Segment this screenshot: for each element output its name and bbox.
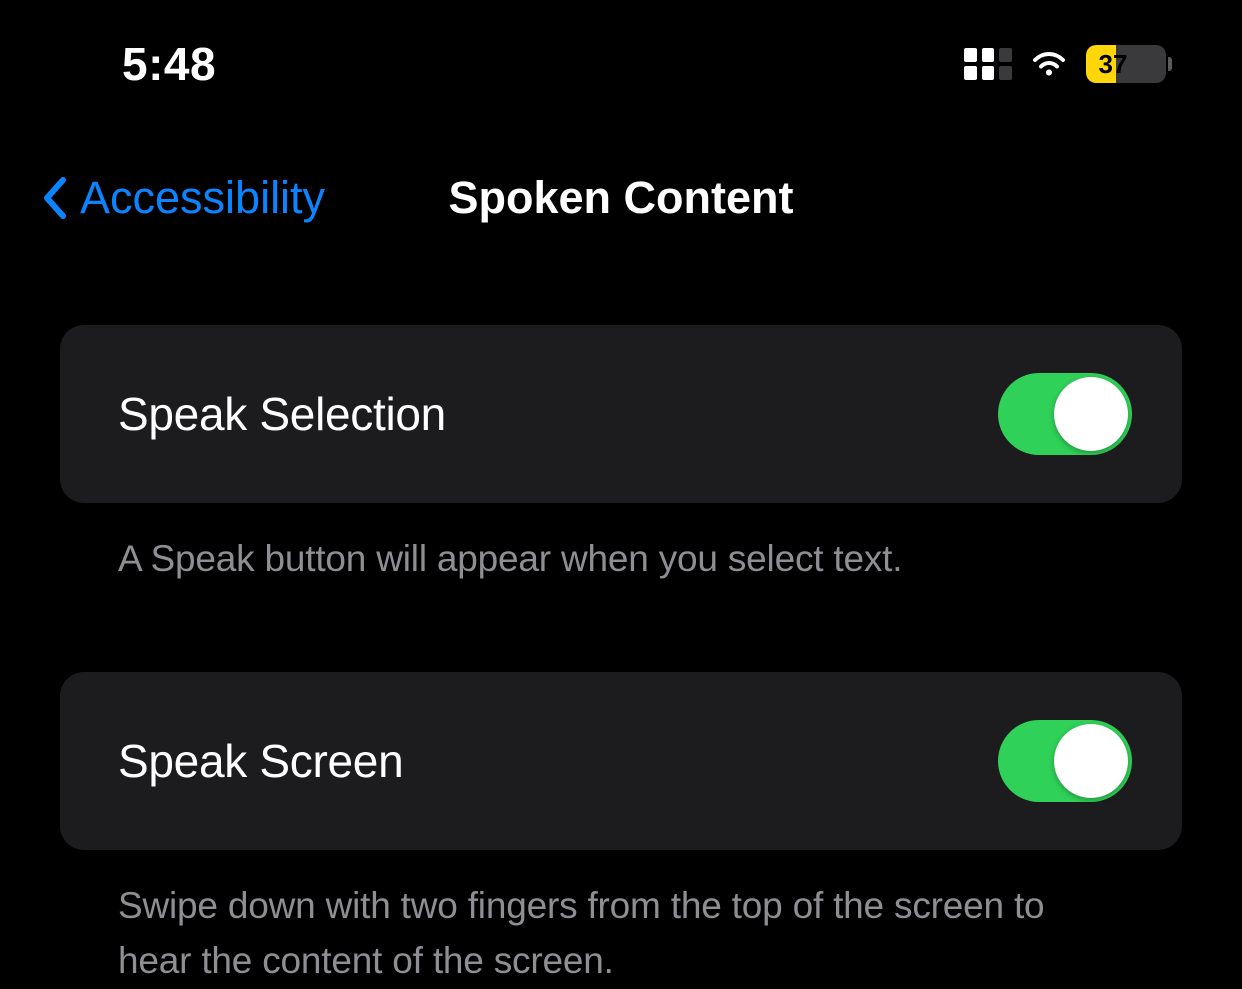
- speak-selection-group: Speak Selection A Speak button will appe…: [60, 325, 1182, 587]
- status-time: 5:48: [122, 37, 216, 91]
- navigation-header: Accessibility Spoken Content: [0, 110, 1242, 240]
- back-button[interactable]: Accessibility: [40, 172, 325, 224]
- battery-icon: 37: [1086, 45, 1172, 83]
- speak-screen-group: Speak Screen Swipe down with two fingers…: [60, 672, 1182, 989]
- back-label: Accessibility: [80, 172, 325, 224]
- chevron-left-icon: [40, 176, 70, 220]
- speak-screen-label: Speak Screen: [118, 734, 403, 788]
- speak-selection-toggle[interactable]: [998, 373, 1132, 455]
- wifi-icon: [1030, 49, 1068, 79]
- status-bar: 5:48 37: [0, 0, 1242, 110]
- battery-percent: 37: [1086, 45, 1166, 83]
- status-indicators: 37: [964, 45, 1172, 83]
- cellular-signal-icon: [964, 48, 1012, 80]
- speak-screen-row[interactable]: Speak Screen: [60, 672, 1182, 850]
- speak-screen-toggle[interactable]: [998, 720, 1132, 802]
- speak-selection-description: A Speak button will appear when you sele…: [60, 503, 1182, 587]
- speak-selection-label: Speak Selection: [118, 387, 446, 441]
- page-title: Spoken Content: [449, 172, 794, 224]
- settings-content: Speak Selection A Speak button will appe…: [0, 240, 1242, 989]
- speak-selection-row[interactable]: Speak Selection: [60, 325, 1182, 503]
- speak-screen-description: Swipe down with two fingers from the top…: [60, 850, 1182, 989]
